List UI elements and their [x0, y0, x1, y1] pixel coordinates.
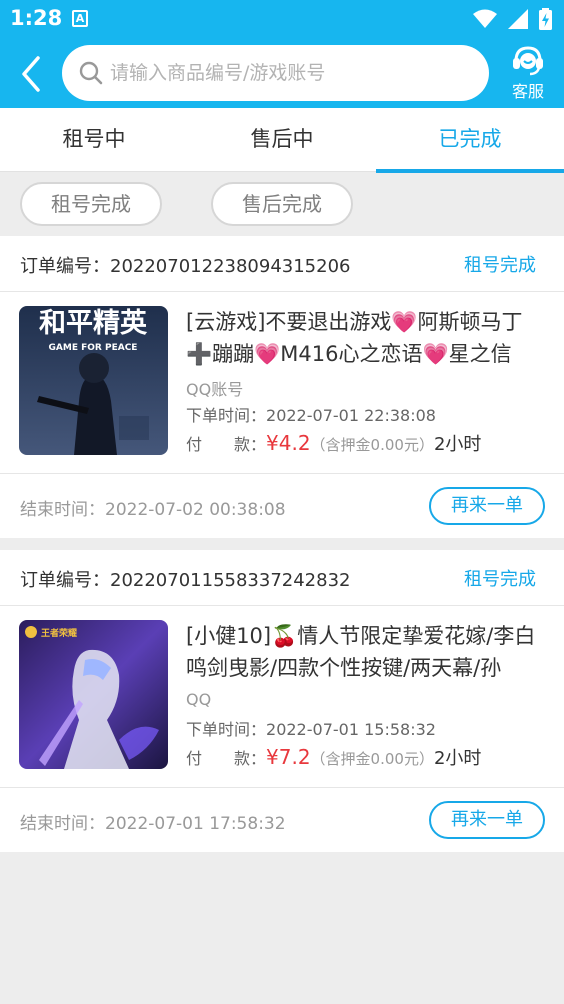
signal-icon — [507, 9, 528, 29]
product-title: [云游戏]不要退出游戏💗阿斯顿马丁➕蹦蹦💗M416心之恋语💗星之信 — [186, 310, 523, 366]
payment-info: 付 款：¥7.2（含押金0.00元）2小时 — [186, 744, 481, 770]
end-time: 结束时间：2022-07-01 17:58:32 — [20, 809, 286, 834]
order-footer: 结束时间：2022-07-02 00:38:08 再来一单 — [0, 474, 564, 538]
filter-after-sale-complete[interactable]: 售后完成 — [211, 182, 353, 226]
tab-completed[interactable]: 已完成 — [376, 108, 564, 173]
filter-rent-complete[interactable]: 租号完成 — [20, 182, 162, 226]
price: ¥7.2 — [266, 745, 311, 769]
game-cover-image: 王者荣耀 — [19, 620, 168, 769]
status-time: 1:28 — [10, 6, 63, 30]
game-cover-image: 和平精英 GAME FOR PEACE — [19, 306, 168, 455]
order-time-label: 下单时间： — [186, 720, 267, 739]
order-status: 租号完成 — [464, 255, 536, 276]
tab-renting[interactable]: 租号中 — [0, 108, 188, 172]
reorder-button[interactable]: 再来一单 — [429, 487, 545, 525]
status-bar: 1:28 A — [0, 0, 564, 38]
wifi-icon — [472, 9, 497, 28]
order-header: 订单编号：2022070122380943152​06 租号完成 — [0, 236, 564, 292]
order-time: 下单时间：2022-07-01 22:38:08 — [186, 402, 436, 426]
order-time-label: 下单时间： — [186, 406, 267, 425]
order-status: 租号完成 — [464, 569, 536, 590]
order-card[interactable]: 订单编号：2022070122380943152​06 租号完成 和平精英 GA… — [0, 236, 564, 538]
payment-label: 付 款： — [186, 749, 267, 768]
search-bar[interactable] — [62, 45, 489, 101]
deposit-note: （含押金0.00元） — [310, 436, 434, 454]
filter-bar: 租号完成 售后完成 — [0, 172, 564, 236]
back-button[interactable] — [16, 54, 48, 94]
headset-icon — [513, 46, 543, 76]
price: ¥4.2 — [266, 431, 311, 455]
game-thumbnail: 和平精英 GAME FOR PEACE — [19, 306, 168, 455]
tab-label: 售后中 — [250, 127, 314, 151]
app-header: 1:28 A 客服 — [0, 0, 564, 108]
order-number-label: 订单编号： — [20, 256, 110, 277]
chevron-left-icon — [22, 56, 40, 92]
order-number-value: 2022070122380943152​06 — [110, 256, 351, 277]
order-time: 下单时间：2022-07-01 15:58:32 — [186, 716, 436, 740]
order-number: 订单编号：2022070122380943152​06 — [20, 252, 351, 278]
customer-service-button[interactable]: 客服 — [502, 44, 554, 101]
customer-service-label: 客服 — [511, 82, 544, 101]
order-time-value: 2022-07-01 22:38:08 — [266, 406, 436, 425]
product-title: [小健10]🍒情人节限定挚爱花嫁/李白鸣剑曳影/￼四款个性按键/两天幕/孙 — [186, 624, 536, 680]
search-input[interactable] — [110, 45, 470, 101]
game-logo-text: 和平精英 — [39, 308, 148, 339]
order-time-value: 2022-07-01 15:58:32 — [266, 720, 436, 739]
battery-charging-icon — [539, 8, 552, 30]
end-time: 结束时间：2022-07-02 00:38:08 — [20, 495, 286, 520]
app-notification-icon: A — [72, 10, 88, 27]
order-body: 和平精英 GAME FOR PEACE [云游戏]不要退出游戏💗阿斯顿马丁➕蹦蹦… — [0, 292, 564, 474]
order-card[interactable]: 订单编号：202207011558337242832 租号完成 王者荣耀 [小健… — [0, 550, 564, 852]
reorder-button[interactable]: 再来一单 — [429, 801, 545, 839]
order-body: 王者荣耀 [小健10]🍒情人节限定挚爱花嫁/李白鸣剑曳影/￼四款个性按键/两天幕… — [0, 606, 564, 788]
game-thumbnail: 王者荣耀 — [19, 620, 168, 769]
end-time-value: 2022-07-01 17:58:32 — [105, 814, 286, 834]
order-number: 订单编号：202207011558337242832 — [20, 566, 351, 592]
end-time-label: 结束时间： — [20, 500, 105, 520]
rental-duration: 2小时 — [433, 748, 482, 769]
account-type: QQ — [186, 690, 212, 709]
order-footer: 结束时间：2022-07-01 17:58:32 再来一单 — [0, 788, 564, 852]
order-number-value: 202207011558337242832 — [110, 570, 351, 591]
payment-info: 付 款：¥4.2（含押金0.00元）2小时 — [186, 430, 481, 456]
payment-label: 付 款： — [186, 435, 267, 454]
tab-label: 租号中 — [62, 127, 126, 151]
order-header: 订单编号：202207011558337242832 租号完成 — [0, 550, 564, 606]
rental-duration: 2小时 — [433, 434, 482, 455]
search-icon — [79, 61, 103, 85]
tab-label: 已完成 — [438, 127, 502, 151]
game-logo-subtitle: GAME FOR PEACE — [49, 343, 138, 353]
deposit-note: （含押金0.00元） — [310, 750, 434, 768]
end-time-label: 结束时间： — [20, 814, 105, 834]
account-type: QQ账号 — [186, 380, 244, 399]
system-icons — [467, 8, 552, 30]
order-number-label: 订单编号： — [20, 570, 110, 591]
game-logo-text: 王者荣耀 — [41, 627, 77, 639]
end-time-value: 2022-07-02 00:38:08 — [105, 500, 286, 520]
tab-after-sale[interactable]: 售后中 — [188, 108, 376, 172]
order-status-tabs: 租号中 售后中 已完成 — [0, 108, 564, 173]
